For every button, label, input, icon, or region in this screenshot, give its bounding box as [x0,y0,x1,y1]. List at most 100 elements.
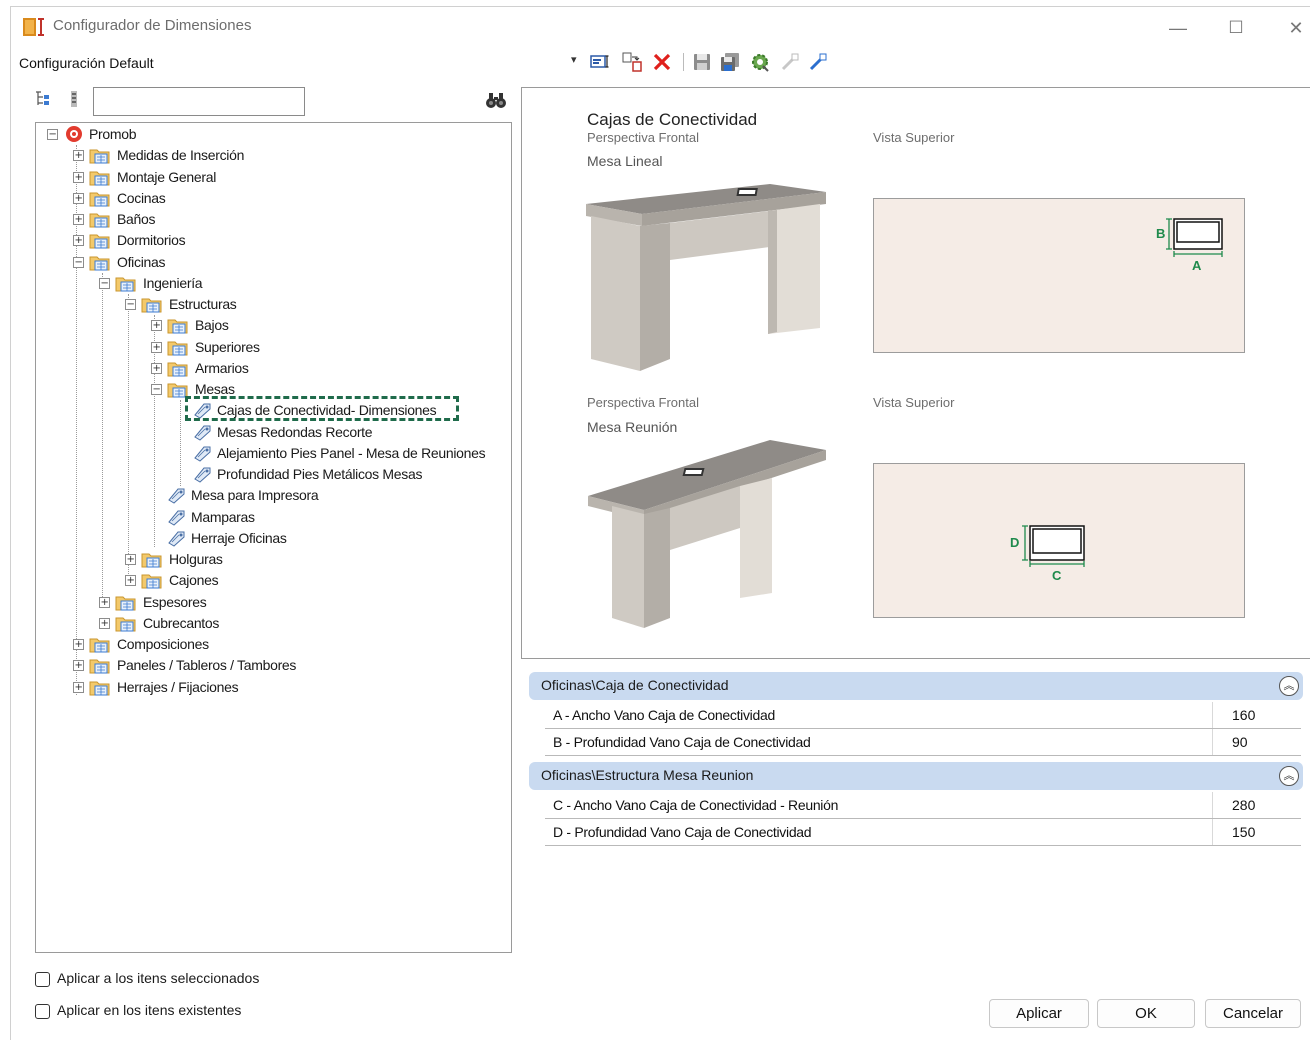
tree-node-label: Cajones [169,572,219,589]
save-as-icon[interactable] [719,51,741,73]
folder-icon [89,659,110,674]
folder-icon [141,553,162,568]
save-icon[interactable] [691,51,713,73]
dimension-tag-icon [168,488,185,504]
linear-desk-illustration [586,184,826,371]
tree-search-input[interactable] [93,87,305,116]
expand-node-icon[interactable]: + [73,171,84,183]
collapse-node-icon[interactable]: − [151,384,162,395]
top-perspective-label: Perspectiva Frontal [587,130,699,145]
ok-button[interactable]: OK [1097,999,1195,1028]
property-row: A - Ancho Vano Caja de Conectividad 160 [545,702,1301,729]
expand-node-icon[interactable]: + [151,320,162,332]
tree-node-label: Montaje General [117,168,217,185]
tree-node-label: Herraje Oficinas [191,529,287,546]
expand-node-icon[interactable]: + [73,150,84,162]
tree-node-label: Mesas Redondas Recorte [217,423,373,440]
import-icon[interactable] [779,51,801,73]
dimension-configurator-window: Configurador de Dimensiones — ☐ ✕ Config… [10,6,1310,1040]
tree-collapse-icon[interactable] [65,89,85,109]
expand-node-icon[interactable]: + [73,235,84,247]
connectivity-box-cd: D C [1010,525,1085,583]
expand-node-icon[interactable]: + [99,596,110,608]
folder-icon [89,171,110,185]
folder-icon [89,213,110,228]
folder-icon [89,149,110,164]
dimension-tag-icon [168,510,185,526]
configuration-bar: Configuración Default ▾ [11,51,1310,77]
property-label: C - Ancho Vano Caja de Conectividad - Re… [553,797,839,813]
selected-tree-item-outline [185,396,459,421]
collapse-group-icon[interactable]: ︽ [1279,676,1299,696]
expand-node-icon[interactable]: + [99,617,110,629]
tree-node-label: Cubrecantos [143,614,220,631]
tree-node-label: Profundidad Pies Metálicos Mesas [217,466,423,482]
toolbar-separator [683,53,684,71]
tree-node-label: Espesores [143,593,207,610]
tree-node-label: Dormitorios [117,232,186,249]
expand-node-icon[interactable]: + [125,554,136,565]
expand-node-icon[interactable]: + [151,362,162,374]
bottom-view-label: Vista Superior [873,395,955,410]
folder-icon [115,277,136,292]
group-header-estructura-mesa-reunion[interactable]: Oficinas\Estructura Mesa Reunion ︽ [529,762,1303,790]
configuration-select[interactable]: Configuración Default [19,55,154,71]
properties-icon[interactable] [589,51,611,73]
dimension-tag-icon [194,467,211,483]
folder-icon [89,638,110,653]
tree-node-label: Paneles / Tableros / Tambores [117,657,297,674]
export-icon[interactable] [807,51,829,73]
linear-desk-top-view: B A [873,198,1245,353]
folder-icon [167,362,188,377]
cancel-button[interactable]: Cancelar [1205,999,1301,1028]
expand-node-icon[interactable]: + [73,639,84,650]
collapse-group-icon[interactable]: ︽ [1279,766,1299,786]
tree-node-label: Medidas de Inserción [117,147,245,164]
collapse-node-icon[interactable]: − [47,129,58,140]
property-row: D - Profundidad Vano Caja de Conectivida… [545,819,1301,846]
dimension-tag-icon [194,446,211,462]
expand-node-icon[interactable]: + [73,214,84,225]
copy-config-icon[interactable] [621,51,643,73]
minimize-button[interactable]: — [1151,11,1205,45]
settings-gear-icon[interactable] [749,51,771,73]
connectivity-box-ab: B A [1156,218,1223,273]
binoculars-icon[interactable] [485,91,507,109]
tree-expand-icon[interactable] [33,89,53,109]
collapse-node-icon[interactable]: − [125,299,136,310]
property-value-input[interactable]: 280 [1212,792,1301,818]
folder-icon [89,234,110,249]
tree-root-promob[interactable]: − Promob [47,124,187,145]
property-value-input[interactable]: 90 [1212,729,1301,755]
tree-node-label: Cocinas [117,189,166,206]
meeting-desk-illustration [588,440,826,628]
delete-icon[interactable] [651,51,673,73]
property-value-input[interactable]: 150 [1212,819,1301,845]
configuration-dropdown-arrow[interactable]: ▾ [571,53,577,66]
expand-node-icon[interactable]: + [73,192,84,204]
tree-node-label: Superiores [195,338,260,355]
folder-icon [115,617,136,632]
close-button[interactable]: ✕ [1269,11,1310,45]
folder-icon [89,681,110,695]
dimension-tag-icon [194,425,211,441]
expand-node-icon[interactable]: + [73,681,84,693]
collapse-node-icon[interactable]: − [73,256,84,268]
expand-node-icon[interactable]: + [151,341,162,353]
window-title: Configurador de Dimensiones [53,17,252,34]
property-value-input[interactable]: 160 [1212,702,1301,728]
preview-panel: Cajas de Conectividad Perspectiva Fronta… [521,87,1310,659]
maximize-button[interactable]: ☐ [1209,11,1263,45]
tree-node-label: Composiciones [117,636,209,652]
folder-icon [89,192,110,207]
collapse-node-icon[interactable]: − [99,277,110,289]
top-view-label: Vista Superior [873,130,955,145]
bottom-perspective-label: Perspectiva Frontal [587,395,699,410]
apply-existing-checkbox[interactable] [35,1004,50,1019]
group-header-caja-conectividad[interactable]: Oficinas\Caja de Conectividad ︽ [529,672,1303,700]
expand-node-icon[interactable]: + [73,660,84,672]
apply-button[interactable]: Aplicar [989,999,1089,1028]
apply-selected-checkbox[interactable] [35,972,50,987]
expand-node-icon[interactable]: + [125,575,136,587]
folder-icon [115,596,136,610]
